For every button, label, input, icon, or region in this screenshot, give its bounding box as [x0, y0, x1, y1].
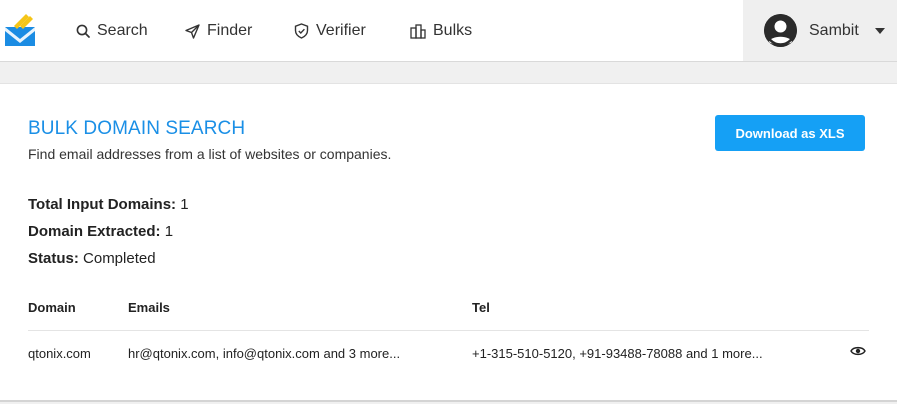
- chevron-down-icon[interactable]: [874, 27, 885, 34]
- download-xls-button[interactable]: Download as XLS: [715, 115, 865, 151]
- nav-verifier-label: Verifier: [316, 22, 366, 39]
- view-details-eye-icon[interactable]: [850, 345, 866, 357]
- top-navbar: Search Finder Verifier Bulks Sambit: [0, 0, 897, 62]
- nav-finder-label: Finder: [207, 22, 253, 39]
- avatar: [764, 14, 797, 47]
- stat-extracted-value: 1: [164, 223, 174, 240]
- app-logo-icon[interactable]: [5, 14, 35, 46]
- stat-status-value: Completed: [83, 250, 156, 267]
- buildings-icon: [410, 23, 426, 39]
- send-icon: [185, 23, 200, 39]
- header-emails: Emails: [128, 300, 170, 315]
- nav-search-label: Search: [97, 22, 148, 39]
- stat-total-input: Total Input Domains: 1: [28, 196, 189, 213]
- user-avatar-icon: [764, 14, 797, 47]
- cell-tel: +1-315-510-5120, +91-93488-78088 and 1 m…: [472, 346, 763, 361]
- nav-finder[interactable]: Finder: [185, 20, 252, 42]
- page-subtitle: Find email addresses from a list of webs…: [28, 146, 392, 162]
- stat-extracted-label: Domain Extracted:: [28, 223, 161, 240]
- cell-emails: hr@qtonix.com, info@qtonix.com and 3 mor…: [128, 346, 401, 361]
- header-tel: Tel: [472, 300, 490, 315]
- stat-status-label: Status:: [28, 250, 79, 267]
- search-icon: [76, 24, 90, 38]
- shield-check-icon: [294, 23, 309, 39]
- results-table: Domain Emails Tel qtonix.com hr@qtonix.c…: [28, 298, 869, 375]
- header-domain: Domain: [28, 300, 76, 315]
- stat-status: Status: Completed: [28, 250, 156, 267]
- table-row: qtonix.com hr@qtonix.com, info@qtonix.co…: [28, 331, 869, 375]
- page-title: BULK DOMAIN SEARCH: [28, 118, 246, 139]
- bulk-result-card: BULK DOMAIN SEARCH Find email addresses …: [0, 83, 897, 402]
- user-name: Sambit: [809, 21, 859, 39]
- stat-extracted: Domain Extracted: 1: [28, 223, 173, 240]
- user-menu[interactable]: Sambit: [743, 0, 897, 61]
- nav-bulks[interactable]: Bulks: [410, 20, 472, 42]
- stat-total-input-label: Total Input Domains:: [28, 196, 177, 213]
- stat-total-input-value: 1: [180, 196, 189, 213]
- table-header: Domain Emails Tel: [28, 298, 869, 331]
- cell-domain: qtonix.com: [28, 346, 91, 361]
- nav-verifier[interactable]: Verifier: [294, 20, 366, 42]
- nav-search[interactable]: Search: [76, 20, 148, 42]
- nav-bulks-label: Bulks: [433, 22, 473, 39]
